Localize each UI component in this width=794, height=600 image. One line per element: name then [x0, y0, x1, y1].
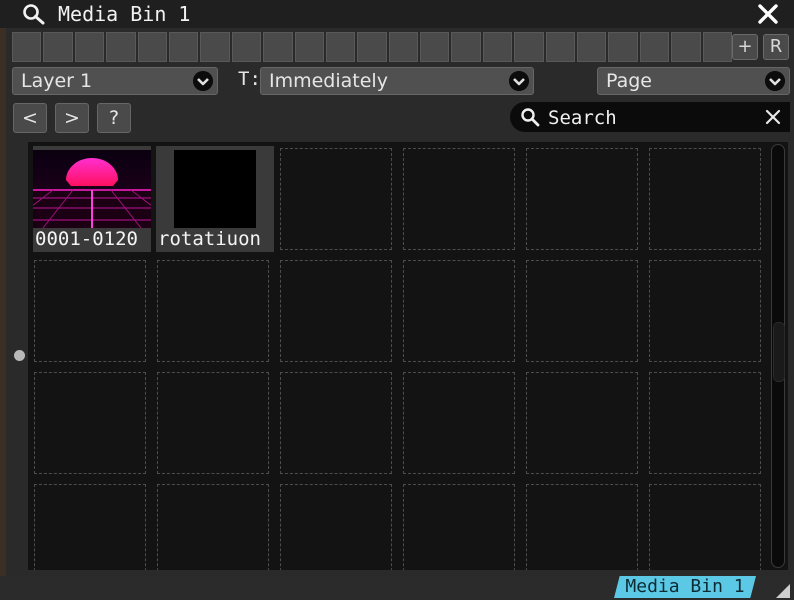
empty-media-slot[interactable]	[526, 372, 638, 474]
search-box	[510, 102, 790, 134]
media-thumbnail-black	[156, 150, 274, 228]
empty-media-slot[interactable]	[34, 372, 146, 474]
empty-media-slot[interactable]	[649, 148, 761, 250]
empty-media-slot[interactable]	[649, 260, 761, 362]
chevron-down-icon	[193, 71, 213, 91]
tab-slot[interactable]	[514, 32, 544, 62]
media-item-label: 0001-0120	[35, 228, 138, 250]
tab-slot[interactable]	[357, 32, 387, 62]
panel-resize-handle[interactable]	[14, 350, 25, 361]
help-button[interactable]: ?	[97, 103, 131, 133]
close-icon[interactable]	[756, 2, 780, 26]
empty-media-slot[interactable]	[157, 484, 269, 570]
empty-media-slot[interactable]	[280, 148, 392, 250]
tab-slot[interactable]	[388, 32, 419, 62]
tab-slot[interactable]	[74, 32, 105, 62]
tab-slot[interactable]	[671, 32, 701, 62]
previous-page-button[interactable]: <	[13, 103, 47, 133]
next-page-button[interactable]: >	[55, 103, 89, 133]
tab-slot[interactable]	[702, 32, 732, 62]
tab-slot[interactable]	[137, 32, 167, 62]
empty-media-slot[interactable]	[280, 484, 392, 570]
chevron-down-icon	[765, 71, 785, 91]
tab-slot[interactable]	[451, 32, 481, 62]
search-input[interactable]	[546, 102, 750, 134]
add-tab-button[interactable]: +	[732, 34, 758, 60]
tab-slot[interactable]	[420, 32, 450, 62]
tab-slot[interactable]	[482, 32, 513, 62]
empty-media-slot[interactable]	[526, 148, 638, 250]
transition-label: T:	[238, 68, 261, 90]
tab-strip	[12, 32, 732, 62]
media-grid: 0001-0120 rotatiuon	[28, 142, 768, 570]
tab-slot[interactable]	[231, 32, 262, 62]
window-title: Media Bin 1	[58, 2, 191, 26]
vertical-scrollbar[interactable]	[768, 142, 788, 570]
reset-button[interactable]: R	[763, 34, 789, 60]
tab-slot[interactable]	[577, 32, 607, 62]
empty-media-slot[interactable]	[526, 484, 638, 570]
layer-select-value: Layer 1	[21, 70, 93, 92]
search-icon	[23, 4, 45, 25]
chevron-down-icon	[509, 71, 529, 91]
empty-media-slot[interactable]	[280, 260, 392, 362]
tab-slot[interactable]	[43, 32, 73, 62]
media-item[interactable]: rotatiuon	[156, 146, 274, 252]
media-thumbnail-synthwave	[33, 150, 151, 228]
title-bar[interactable]: Media Bin 1	[0, 0, 794, 28]
empty-media-slot[interactable]	[649, 484, 761, 570]
tab-slot[interactable]	[608, 32, 638, 62]
scrollbar-thumb[interactable]	[773, 322, 785, 382]
layer-select[interactable]: Layer 1	[12, 67, 218, 95]
media-item-label: rotatiuon	[158, 228, 261, 250]
empty-media-slot[interactable]	[403, 260, 515, 362]
empty-media-slot[interactable]	[526, 260, 638, 362]
resize-grip-icon[interactable]	[776, 584, 790, 598]
empty-media-slot[interactable]	[34, 484, 146, 570]
tab-slot[interactable]	[294, 32, 324, 62]
empty-media-slot[interactable]	[280, 372, 392, 474]
tab-slot[interactable]	[545, 32, 576, 62]
transition-select[interactable]: Immediately	[260, 67, 534, 95]
empty-media-slot[interactable]	[157, 372, 269, 474]
empty-media-slot[interactable]	[34, 260, 146, 362]
clear-search-icon[interactable]	[764, 108, 782, 126]
empty-media-slot[interactable]	[157, 260, 269, 362]
tab-slot[interactable]	[200, 32, 230, 62]
empty-media-slot[interactable]	[403, 484, 515, 570]
tab-slot[interactable]	[325, 32, 356, 62]
media-item[interactable]: 0001-0120	[33, 146, 151, 252]
empty-media-slot[interactable]	[649, 372, 761, 474]
tab-slot[interactable]	[12, 32, 42, 62]
tab-slot[interactable]	[106, 32, 136, 62]
page-select-value: Page	[606, 70, 652, 92]
search-icon	[521, 108, 540, 127]
tab-slot[interactable]	[263, 32, 293, 62]
transition-select-value: Immediately	[269, 70, 388, 92]
empty-media-slot[interactable]	[403, 148, 515, 250]
media-bin-tab[interactable]: Media Bin 1	[614, 576, 756, 598]
tab-slot[interactable]	[168, 32, 199, 62]
page-select[interactable]: Page	[597, 67, 790, 95]
tab-slot[interactable]	[639, 32, 670, 62]
empty-media-slot[interactable]	[403, 372, 515, 474]
